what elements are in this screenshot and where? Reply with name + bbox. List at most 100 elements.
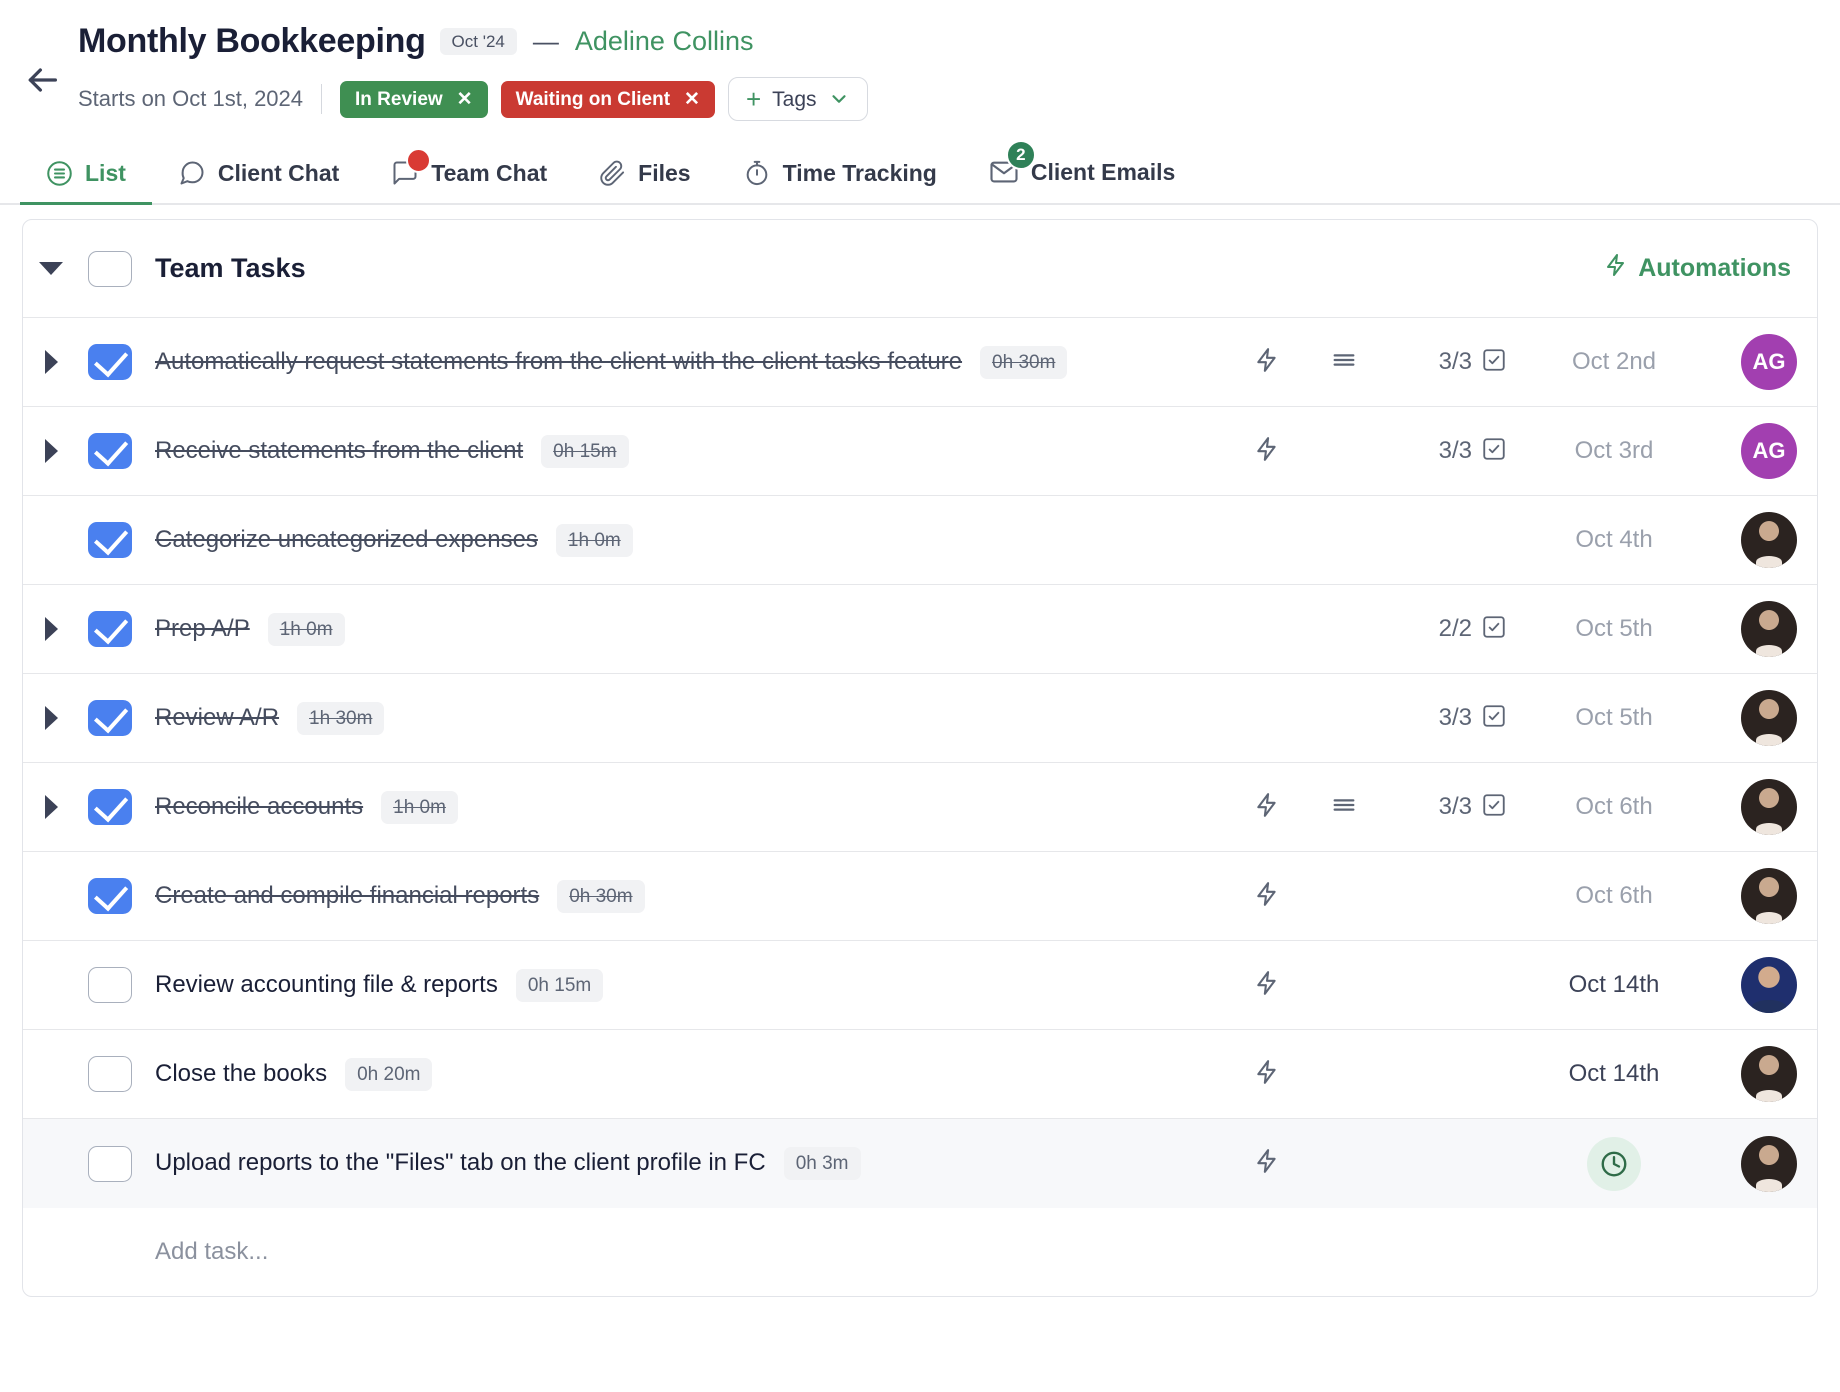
task-automation-icon-cell[interactable] (1229, 1146, 1305, 1181)
task-title[interactable]: Receive statements from the client (155, 432, 523, 471)
tab-client-chat[interactable]: Client Chat (152, 159, 365, 203)
task-checkbox-cell[interactable] (79, 967, 141, 1003)
task-assignee-cell[interactable] (1721, 512, 1817, 568)
add-task-input[interactable]: Add task... (23, 1208, 1817, 1296)
back-arrow-icon[interactable] (22, 60, 62, 100)
avatar[interactable] (1741, 779, 1797, 835)
clock-icon[interactable] (1587, 1136, 1641, 1191)
task-time-estimate[interactable]: 1h 30m (297, 701, 385, 735)
task-due-date-cell[interactable] (1507, 1136, 1721, 1191)
task-row[interactable]: Create and compile financial reports 0h 3… (23, 852, 1817, 941)
task-subtask-count-cell[interactable]: 3/3 (1383, 703, 1507, 734)
task-assignee-cell[interactable] (1721, 690, 1817, 746)
task-row[interactable]: Review A/R 1h 30m 3/3 Oct 5th (23, 674, 1817, 763)
task-assignee-cell[interactable]: AG (1721, 423, 1817, 479)
lightning-icon[interactable] (1254, 879, 1280, 914)
task-subtask-count-cell[interactable]: 2/2 (1383, 614, 1507, 645)
caret-right-icon[interactable] (44, 795, 58, 819)
task-row[interactable]: Automatically request statements from th… (23, 318, 1817, 407)
task-title[interactable]: Create and compile financial reports (155, 877, 539, 916)
lightning-icon[interactable] (1254, 968, 1280, 1003)
task-time-estimate[interactable]: 1h 0m (267, 612, 345, 646)
lightning-icon[interactable] (1254, 434, 1280, 469)
description-lines-icon[interactable] (1330, 346, 1358, 379)
task-expand-toggle[interactable] (23, 706, 79, 730)
checkbox[interactable] (88, 789, 132, 825)
caret-down-icon[interactable] (39, 262, 63, 275)
task-automation-icon-cell[interactable] (1229, 1057, 1305, 1092)
task-description-icon-cell[interactable] (1305, 346, 1383, 379)
task-assignee-cell[interactable] (1721, 779, 1817, 835)
task-due-date-cell[interactable]: Oct 3rd (1507, 437, 1721, 465)
task-automation-icon-cell[interactable] (1229, 434, 1305, 469)
avatar[interactable] (1741, 1046, 1797, 1102)
task-due-date-cell[interactable]: Oct 5th (1507, 704, 1721, 732)
task-checkbox-cell[interactable] (79, 1056, 141, 1092)
task-automation-icon-cell[interactable] (1229, 968, 1305, 1003)
avatar[interactable] (1741, 690, 1797, 746)
avatar[interactable] (1741, 601, 1797, 657)
task-row[interactable]: Categorize uncategorized expenses 1h 0m Oc… (23, 496, 1817, 585)
task-checkbox-cell[interactable] (79, 611, 141, 647)
checkbox[interactable] (88, 1056, 132, 1092)
tab-files[interactable]: Files (573, 160, 716, 203)
avatar[interactable] (1741, 868, 1797, 924)
caret-right-icon[interactable] (44, 706, 58, 730)
task-due-date-cell[interactable]: Oct 14th (1507, 1060, 1721, 1088)
task-row[interactable]: Prep A/P 1h 0m 2/2 Oct 5th (23, 585, 1817, 674)
checkbox[interactable] (88, 611, 132, 647)
client-name-link[interactable]: Adeline Collins (575, 27, 754, 55)
task-title[interactable]: Categorize uncategorized expenses (155, 521, 538, 560)
checkbox[interactable] (88, 344, 132, 380)
lightning-icon[interactable] (1254, 790, 1280, 825)
task-assignee-cell[interactable] (1721, 1046, 1817, 1102)
task-row[interactable]: Close the books 0h 20m Oct 14th (23, 1030, 1817, 1119)
status-badge-waiting-on-client[interactable]: Waiting on Client ✕ (500, 80, 715, 118)
task-title[interactable]: Upload reports to the "Files" tab on the… (155, 1144, 766, 1183)
task-subtask-count-cell[interactable]: 3/3 (1383, 436, 1507, 467)
task-row[interactable]: Reconcile accounts 1h 0m 3/3 Oct 6th (23, 763, 1817, 852)
task-due-date-cell[interactable]: Oct 14th (1507, 971, 1721, 999)
lightning-icon[interactable] (1254, 345, 1280, 380)
avatar[interactable] (1741, 957, 1797, 1013)
task-expand-toggle[interactable] (23, 350, 79, 374)
checkbox[interactable] (88, 250, 132, 287)
caret-right-icon[interactable] (44, 617, 58, 641)
task-description-icon-cell[interactable] (1305, 791, 1383, 824)
caret-right-icon[interactable] (44, 439, 58, 463)
task-checkbox-cell[interactable] (79, 700, 141, 736)
task-time-estimate[interactable]: 0h 30m (557, 879, 645, 913)
avatar[interactable] (1741, 1135, 1797, 1192)
lightning-icon[interactable] (1254, 1146, 1280, 1181)
task-assignee-cell[interactable] (1721, 868, 1817, 924)
status-badge-in-review[interactable]: In Review ✕ (340, 80, 488, 118)
tab-list[interactable]: List (20, 160, 152, 205)
task-subtask-count-cell[interactable]: 3/3 (1383, 792, 1507, 823)
task-expand-toggle[interactable] (23, 795, 79, 819)
avatar[interactable]: AG (1741, 334, 1797, 390)
checkbox[interactable] (88, 878, 132, 914)
checkbox[interactable] (88, 967, 132, 1003)
task-row[interactable]: Upload reports to the "Files" tab on the… (23, 1119, 1817, 1208)
task-title[interactable]: Review A/R (155, 699, 279, 738)
task-time-estimate[interactable]: 1h 0m (555, 523, 633, 557)
group-collapse-toggle[interactable] (23, 262, 79, 275)
task-title[interactable]: Automatically request statements from th… (155, 343, 962, 382)
description-lines-icon[interactable] (1330, 791, 1358, 824)
avatar[interactable]: AG (1741, 423, 1797, 479)
task-checkbox-cell[interactable] (79, 878, 141, 914)
close-icon[interactable]: ✕ (684, 90, 700, 109)
task-expand-toggle[interactable] (23, 439, 79, 463)
task-automation-icon-cell[interactable] (1229, 345, 1305, 380)
task-automation-icon-cell[interactable] (1229, 879, 1305, 914)
group-select-all[interactable] (79, 250, 141, 287)
task-assignee-cell[interactable] (1721, 1135, 1817, 1192)
automations-button[interactable]: Automations (1604, 251, 1791, 286)
task-checkbox-cell[interactable] (79, 1145, 141, 1182)
task-checkbox-cell[interactable] (79, 789, 141, 825)
task-title[interactable]: Reconcile accounts (155, 788, 363, 827)
checkbox[interactable] (88, 1145, 132, 1182)
avatar[interactable] (1741, 512, 1797, 568)
caret-right-icon[interactable] (44, 350, 58, 374)
task-checkbox-cell[interactable] (79, 433, 141, 469)
